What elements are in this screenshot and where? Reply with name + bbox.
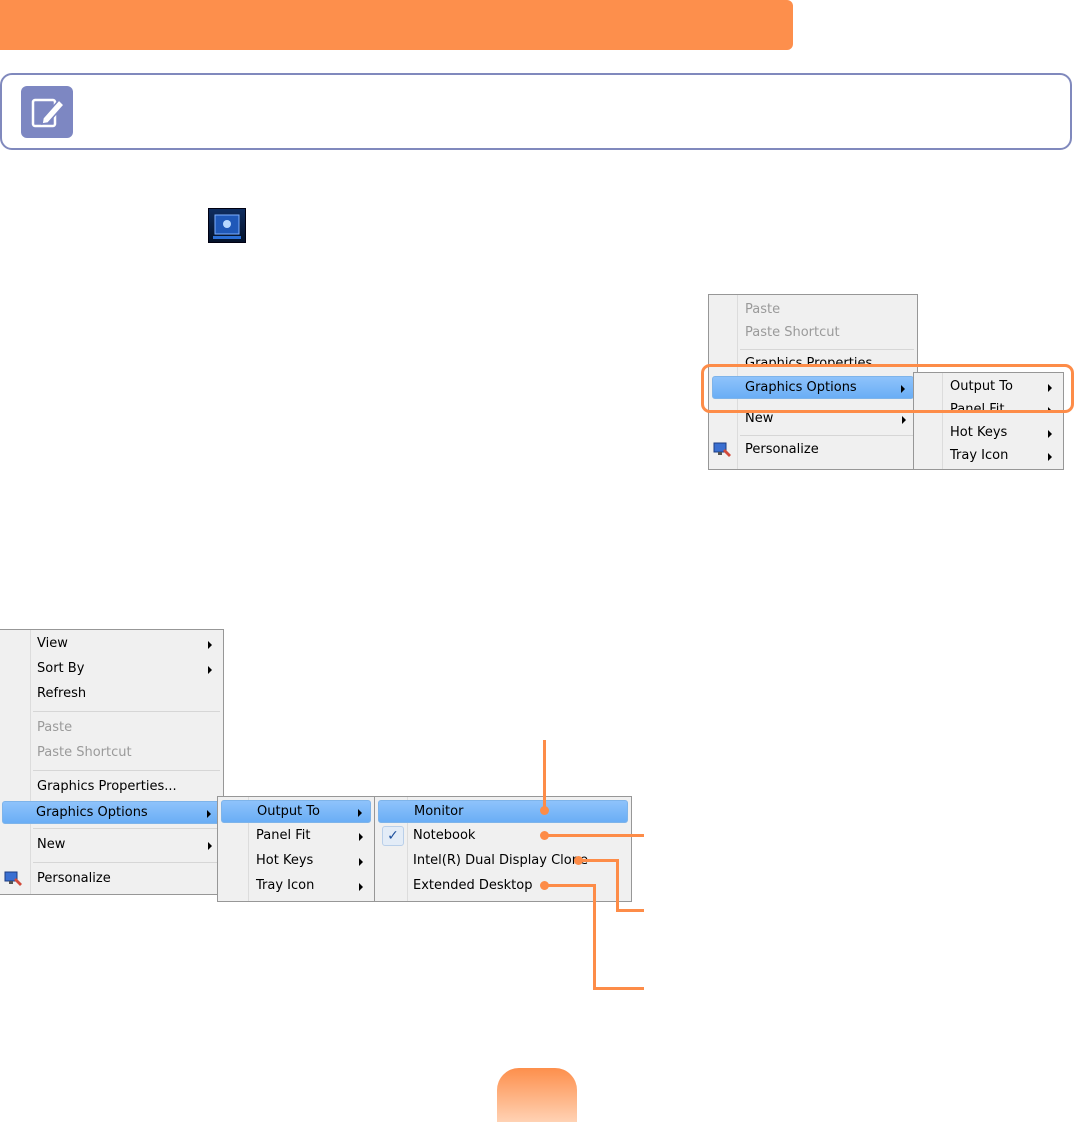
menu-separator [740,349,914,350]
callout-dot-monitor [540,806,549,815]
submenu-arrow-icon [207,810,211,818]
menu-item-label: Sort By [37,661,85,676]
menu-item-view[interactable]: View [3,633,220,656]
callout-line-dual-clone [578,859,619,862]
section-header-bar [0,0,793,50]
large-graphics-submenu: Output To Panel Fit Hot Keys Tray Icon [217,796,375,902]
menu-item-label: Personalize [37,871,111,886]
menu-item-personalize[interactable]: Personalize [3,868,220,891]
menu-item-label: View [37,636,68,651]
note-box [0,73,1072,150]
menu-separator [33,770,220,771]
callout-line-monitor [543,740,546,811]
large-context-menu: View Sort By Refresh Paste Paste Shortcu… [0,629,224,895]
menu-item-graphics-options[interactable]: Graphics Options [2,801,220,824]
callout-line-dual-clone-right [616,909,644,912]
menu-item-label: Paste [37,720,73,735]
submenu-item-hot-keys[interactable]: Hot Keys [917,422,1060,445]
menu-item-label: New [37,837,66,852]
menu-separator [33,828,220,829]
menu-item-label: New [745,411,774,426]
menu-item-refresh[interactable]: Refresh [3,683,220,706]
submenu-arrow-icon [208,666,212,674]
highlight-callout-box [701,364,1074,413]
output-item-monitor[interactable]: Monitor [378,800,628,823]
submenu-item-output-to[interactable]: Output To [221,800,371,823]
submenu-arrow-icon [359,858,363,866]
menu-separator [33,711,220,712]
menu-separator [740,435,914,436]
callout-line-extended-down [593,884,596,990]
graphics-tray-icon[interactable] [208,208,246,243]
submenu-item-tray-icon[interactable]: Tray Icon [917,445,1060,468]
personalize-icon [713,442,731,457]
menu-separator [33,862,220,863]
submenu-arrow-icon [359,833,363,841]
menu-item-paste: Paste [3,717,220,740]
submenu-item-hot-keys[interactable]: Hot Keys [221,850,371,873]
menu-item-graphics-properties[interactable]: Graphics Properties... [3,776,220,799]
submenu-arrow-icon [358,809,362,817]
menu-item-label: Graphics Properties... [37,779,177,794]
submenu-item-tray-icon[interactable]: Tray Icon [221,875,371,898]
menu-item-personalize[interactable]: Personalize [712,439,914,462]
menu-item-label: Hot Keys [950,425,1008,440]
submenu-item-panel-fit[interactable]: Panel Fit [221,825,371,848]
menu-item-paste: Paste [712,299,914,322]
submenu-arrow-icon [1048,453,1052,461]
submenu-arrow-icon [902,416,906,424]
menu-item-label: Paste [745,302,781,317]
callout-line-dual-clone-down [616,859,619,912]
menu-item-label: Graphics Options [36,805,148,820]
personalize-icon [4,871,22,886]
menu-item-label: Hot Keys [256,853,314,868]
menu-item-label: Monitor [414,804,464,819]
submenu-arrow-icon [359,883,363,891]
menu-item-label: Paste Shortcut [745,325,840,340]
menu-item-label: Output To [257,804,320,819]
menu-item-label: Personalize [745,442,819,457]
submenu-arrow-icon [208,842,212,850]
menu-item-label: Paste Shortcut [37,745,132,760]
menu-item-label: Tray Icon [950,448,1009,463]
menu-item-paste-shortcut: Paste Shortcut [3,742,220,765]
menu-item-label: Refresh [37,686,87,701]
menu-item-label: Notebook [413,828,476,843]
pencil-note-icon [21,86,73,138]
checkmark-icon: ✓ [382,826,404,846]
menu-item-label: Tray Icon [256,878,315,893]
page-number-tab [497,1068,577,1122]
menu-item-paste-shortcut: Paste Shortcut [712,322,914,345]
menu-item-label: Intel(R) Dual Display Clone [413,853,588,868]
submenu-arrow-icon [1048,430,1052,438]
menu-item-label: Extended Desktop [413,878,533,893]
menu-item-sort-by[interactable]: Sort By [3,658,220,681]
callout-line-extended-right [593,987,644,990]
callout-line-notebook [544,834,644,837]
submenu-arrow-icon [208,641,212,649]
menu-item-new[interactable]: New [3,834,220,857]
menu-item-label: Panel Fit [256,828,311,843]
callout-line-extended [544,884,596,887]
